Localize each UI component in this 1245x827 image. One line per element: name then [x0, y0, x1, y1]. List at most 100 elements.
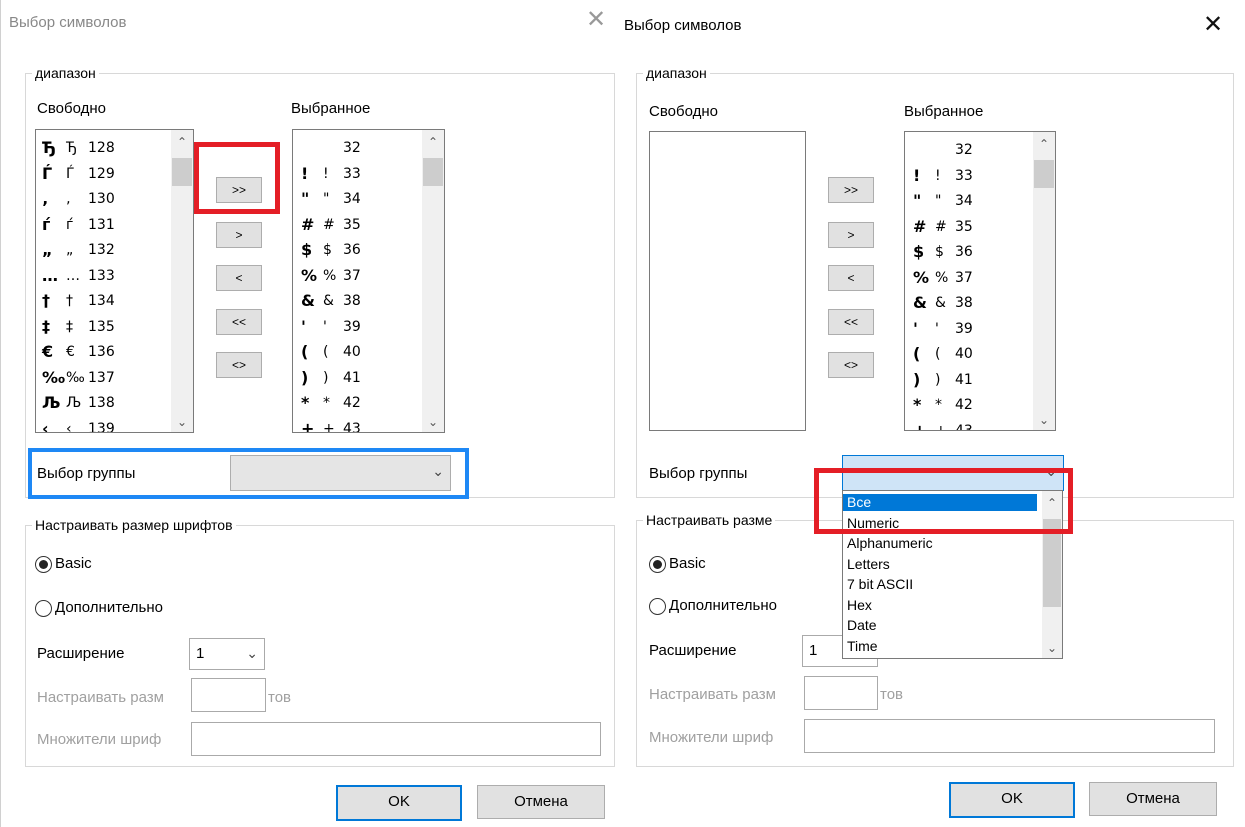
list-item[interactable]: ‰ ‰ 137	[36, 366, 193, 392]
add-button[interactable]: >	[828, 222, 874, 248]
glyph: €	[66, 344, 75, 360]
char-code: 38	[343, 293, 361, 309]
char-code: 33	[343, 165, 361, 182]
swap-button[interactable]: <>	[828, 352, 874, 378]
scroll-thumb[interactable]	[1034, 160, 1054, 188]
char-code: 129	[88, 165, 115, 182]
char-code: 133	[88, 267, 115, 284]
swap-button[interactable]: <>	[216, 352, 262, 378]
char-code: 130	[88, 191, 115, 207]
fontsize-input[interactable]	[191, 678, 266, 712]
remove-all-button[interactable]: <<	[216, 309, 262, 335]
scroll-thumb[interactable]	[423, 158, 443, 186]
glyph: …	[66, 267, 80, 284]
dialog-left: Выбор символов ✕ диапазон Свободно Выбра…	[0, 0, 621, 827]
list-item[interactable]: † † 134	[36, 289, 193, 315]
glyph: $	[323, 242, 332, 258]
scroll-down-icon[interactable]: ⌄	[422, 415, 444, 429]
glyph-bold: ‡	[42, 316, 50, 336]
list-item[interactable]: … … 133	[36, 264, 193, 290]
glyph-bold: #	[913, 216, 927, 236]
selected-list[interactable]: 32!! 33 " " 34 # #35 $ $36%% 37 & & 38 ' ' 39((40)) 41 * *…	[292, 129, 445, 433]
dropdown-option[interactable]: Hex	[843, 597, 1037, 614]
list-item[interactable]: „ „ 132	[36, 238, 193, 264]
expansion-value: 1	[196, 645, 205, 662]
expansion-select[interactable]: 1 ⌄	[189, 638, 265, 670]
expansion-label: Расширение	[37, 645, 125, 662]
list-item[interactable]: Љ Љ 138	[36, 391, 193, 417]
dropdown-option[interactable]: Alphanumeric	[843, 535, 1037, 552]
char-code: 37	[955, 269, 973, 286]
char-code: 128	[88, 140, 115, 156]
scrollbar[interactable]: ⌃ ⌄	[171, 130, 193, 432]
glyph: '	[323, 318, 327, 335]
cancel-button[interactable]: Отмена	[1089, 782, 1217, 816]
radio-basic[interactable]	[35, 556, 52, 573]
glyph: (	[935, 346, 941, 362]
multipliers-input[interactable]	[804, 719, 1215, 753]
list-item[interactable]: Ђ Ђ 128	[36, 136, 193, 162]
char-code: 38	[955, 295, 973, 311]
dropdown-option[interactable]: 7 bit ASCII	[843, 576, 1037, 593]
free-list[interactable]: Ђ Ђ 128 Ѓ Ѓ 129 ‚ ‚ 130 ѓ ѓ 131 „ „ 132 … … 133 † † 134 ‡ ‡ 135…	[35, 129, 194, 433]
glyph-bold: &	[301, 291, 315, 310]
char-code: 40	[343, 344, 361, 360]
list-item[interactable]: ‚ ‚ 130	[36, 187, 193, 213]
add-all-button[interactable]: >>	[828, 177, 874, 203]
glyph-bold: …	[42, 265, 58, 285]
dialog-title: Выбор символов	[9, 14, 127, 31]
list-item[interactable]: ‹ ‹ 139	[36, 417, 193, 433]
dialog-right: Выбор символов ✕ диапазон Свободно Выбра…	[620, 0, 1245, 827]
scrollbar[interactable]: ⌃ ⌄	[422, 130, 444, 432]
glyph-bold: ‚	[42, 189, 49, 208]
list-item[interactable]: € €136	[36, 340, 193, 366]
char-code: 41	[955, 371, 973, 388]
fontsize-input[interactable]	[804, 676, 878, 710]
close-icon[interactable]: ✕	[586, 8, 606, 32]
radio-advanced-label: Дополнительно	[669, 597, 777, 614]
scroll-down-icon[interactable]: ⌄	[1033, 413, 1055, 427]
char-code: 135	[88, 318, 115, 335]
glyph-bold: !	[913, 165, 921, 185]
char-code: 138	[88, 395, 115, 411]
add-button[interactable]: >	[216, 222, 262, 248]
glyph-bold: &	[913, 293, 927, 312]
glyph-bold: (	[913, 344, 921, 363]
remove-button[interactable]: <	[216, 265, 262, 291]
dropdown-option[interactable]: Letters	[843, 556, 1037, 573]
glyph: Љ	[66, 395, 82, 411]
multipliers-label: Множители шриф	[649, 729, 774, 746]
selected-label: Выбранное	[291, 100, 371, 117]
glyph-bold: '	[301, 316, 306, 336]
list-item[interactable]: ѓ ѓ 131	[36, 213, 193, 239]
scroll-up-icon[interactable]: ⌃	[422, 135, 444, 149]
radio-basic[interactable]	[649, 556, 666, 573]
selected-list[interactable]: 32!! 33 " " 34 # #35 $ $36%% 37 & & 38 ' ' 39((40)) 41 * *…	[904, 131, 1056, 431]
glyph-bold: "	[913, 191, 922, 210]
char-code: 37	[343, 267, 361, 284]
list-item[interactable]: ‡ ‡ 135	[36, 315, 193, 341]
cancel-button[interactable]: Отмена	[477, 785, 605, 819]
ok-button[interactable]: OK	[949, 782, 1075, 818]
glyph-bold: )	[913, 369, 921, 389]
ok-button[interactable]: OK	[336, 785, 462, 821]
close-icon[interactable]: ✕	[1203, 13, 1223, 37]
scroll-thumb[interactable]	[172, 158, 192, 186]
scrollbar[interactable]: ⌃ ⌄	[1033, 132, 1055, 430]
scroll-up-icon[interactable]: ⌃	[171, 135, 193, 149]
remove-all-button[interactable]: <<	[828, 309, 874, 335]
radio-advanced[interactable]	[35, 600, 52, 617]
dropdown-option[interactable]: Time	[843, 638, 1037, 655]
dropdown-option[interactable]: Date	[843, 617, 1037, 634]
free-list[interactable]	[649, 131, 806, 431]
scroll-down-icon[interactable]: ⌄	[171, 415, 193, 429]
radio-advanced[interactable]	[649, 598, 666, 615]
dialog-title: Выбор символов	[624, 17, 742, 34]
remove-button[interactable]: <	[828, 265, 874, 291]
multipliers-input[interactable]	[191, 722, 601, 756]
scroll-up-icon[interactable]: ⌃	[1033, 137, 1055, 151]
scroll-down-icon[interactable]: ⌄	[1042, 641, 1062, 655]
glyph: *	[935, 397, 942, 413]
list-item[interactable]: Ѓ Ѓ 129	[36, 162, 193, 188]
highlight-blue	[28, 448, 469, 499]
